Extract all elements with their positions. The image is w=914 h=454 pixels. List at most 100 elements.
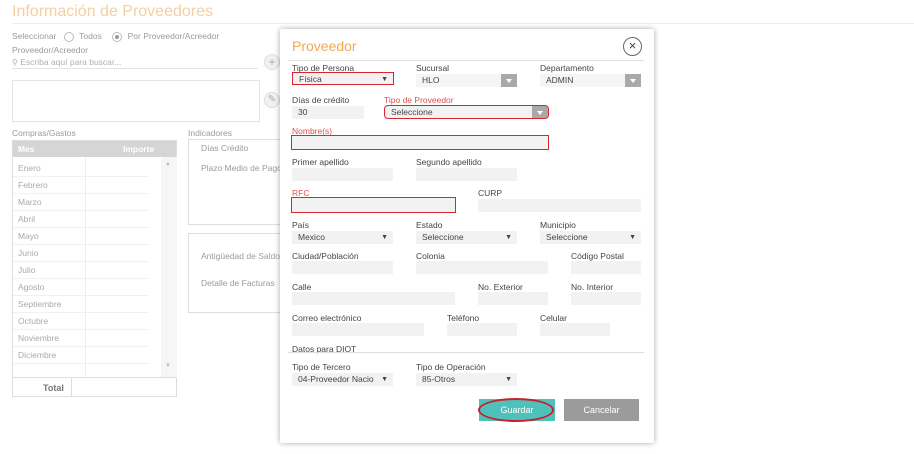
close-icon[interactable]: × (623, 37, 642, 56)
third-party-type-value: 04-Proveedor Nacio (298, 374, 374, 384)
table-row[interactable]: Diciembre (13, 347, 149, 364)
table-row[interactable]: Octubre (13, 313, 149, 330)
header-amount: Importe (123, 144, 155, 154)
supplier-details-box (12, 80, 260, 122)
edit-supplier-button[interactable]: ✎ (264, 92, 280, 108)
search-placeholder: Escriba aquí para buscar... (20, 57, 122, 67)
month-cell: Agosto (18, 282, 45, 292)
branch-value: HLO (422, 75, 440, 85)
scroll-down-icon[interactable]: ▼ (165, 363, 171, 369)
supplier-modal: Proveedor × Tipo de Persona Física ▼ Suc… (280, 29, 654, 443)
supplier-type-select[interactable]: Seleccione (384, 105, 549, 119)
pencil-icon: ✎ (267, 94, 277, 105)
operation-type-value: 85-Otros (422, 374, 456, 384)
credit-days-input[interactable]: 30 (292, 106, 364, 119)
indicators-box-bottom: Antigüedad de Saldo Detalle de Facturas (188, 233, 288, 313)
purchases-table: Mes Importe ▲ ▼ Enero Febrero Marzo Abril Ma… (12, 140, 177, 397)
state-value: Seleccione (422, 232, 464, 242)
department-select[interactable]: ADMIN (540, 74, 641, 87)
table-row[interactable]: Febrero (13, 177, 149, 194)
diot-divider (288, 352, 644, 353)
total-label: Total (43, 383, 64, 393)
branch-select[interactable]: HLO (416, 74, 517, 87)
month-cell: Septiembre (18, 299, 62, 309)
names-input[interactable] (291, 135, 549, 150)
neighborhood-input[interactable] (416, 261, 548, 274)
month-cell: Noviembre (18, 333, 60, 343)
supplier-type-value: Seleccione (391, 107, 433, 117)
curp-input[interactable] (478, 199, 641, 212)
municipality-value: Seleccione (546, 232, 588, 242)
state-label: Estado (416, 220, 443, 230)
city-label: Ciudad/Población (292, 251, 359, 261)
zip-input[interactable] (571, 261, 641, 274)
chevron-down-icon (532, 106, 548, 118)
country-label: País (292, 220, 310, 230)
title-divider (12, 23, 914, 24)
radio-all[interactable] (63, 31, 74, 42)
table-row[interactable]: Noviembre (13, 330, 149, 347)
municipality-label: Municipio (540, 220, 576, 230)
table-total-row: Total (13, 377, 176, 397)
state-select[interactable]: Seleccione ▼ (416, 231, 517, 244)
street-input[interactable] (292, 292, 455, 305)
table-row[interactable]: Enero (13, 160, 149, 177)
second-surname-input[interactable] (416, 168, 517, 181)
search-icon: ⚲ (12, 58, 18, 67)
department-value: ADMIN (546, 75, 574, 85)
table-row[interactable]: Mayo (13, 228, 149, 245)
month-cell: Julio (18, 265, 36, 275)
int-number-input[interactable] (571, 292, 641, 305)
table-row[interactable]: Septiembre (13, 296, 149, 313)
table-row[interactable]: Agosto (13, 279, 149, 296)
third-party-type-label: Tipo de Tercero (292, 362, 351, 372)
city-input[interactable] (292, 261, 393, 274)
supplier-label: Proveedor/Acreedor (12, 45, 89, 55)
rfc-input[interactable] (291, 197, 456, 213)
page-title: Información de Proveedores (12, 3, 213, 20)
neighborhood-label: Colonia (416, 251, 445, 261)
person-type-value: Física (299, 74, 322, 84)
branch-label: Sucursal (416, 63, 450, 73)
municipality-select[interactable]: Seleccione ▼ (540, 231, 641, 244)
select-label: Seleccionar (12, 31, 57, 41)
zip-label: Código Postal (571, 251, 624, 261)
street-label: Calle (292, 282, 312, 292)
table-row[interactable]: Abril (13, 211, 149, 228)
curp-label: CURP (478, 188, 503, 198)
table-row[interactable]: Marzo (13, 194, 149, 211)
credit-days-indicator: Días Crédito (201, 143, 249, 153)
header-month: Mes (18, 144, 35, 154)
operation-type-select[interactable]: 85-Otros ▼ (416, 373, 517, 386)
chevron-down-icon: ▼ (505, 376, 512, 383)
country-select[interactable]: Mexico ▼ (292, 231, 393, 244)
month-cell: Enero (18, 163, 41, 173)
scroll-up-icon[interactable]: ▲ (165, 161, 171, 167)
department-label: Departamento (540, 63, 594, 73)
month-cell: Abril (18, 214, 36, 224)
person-type-select[interactable]: Física ▼ (292, 72, 394, 85)
table-row[interactable]: Junio (13, 245, 149, 262)
month-cell: Mayo (18, 231, 39, 241)
modal-header-divider (288, 60, 644, 61)
add-supplier-button[interactable]: + (264, 54, 280, 70)
phone-label: Teléfono (447, 313, 480, 323)
chevron-down-icon: ▼ (381, 76, 388, 83)
balance-age-indicator: Antigüedad de Saldo (201, 251, 280, 261)
table-scrollbar[interactable]: ▲ ▼ (161, 157, 177, 378)
month-cell: Febrero (18, 180, 48, 190)
mobile-label: Celular (540, 313, 567, 323)
first-surname-input[interactable] (292, 168, 393, 181)
table-row[interactable]: Julio (13, 262, 149, 279)
cancel-button[interactable]: Cancelar (564, 399, 639, 421)
phone-input[interactable] (447, 323, 517, 336)
month-cell: Octubre (18, 316, 49, 326)
email-label: Correo electrónico (292, 313, 362, 323)
supplier-search-input[interactable]: ⚲ Escriba aquí para buscar... (12, 57, 258, 69)
radio-by-supplier[interactable] (112, 31, 123, 42)
ext-number-input[interactable] (478, 292, 548, 305)
mobile-input[interactable] (540, 323, 610, 336)
email-input[interactable] (292, 323, 424, 336)
ext-number-label: No. Exterior (478, 282, 523, 292)
third-party-type-select[interactable]: 04-Proveedor Nacio ▼ (292, 373, 393, 386)
